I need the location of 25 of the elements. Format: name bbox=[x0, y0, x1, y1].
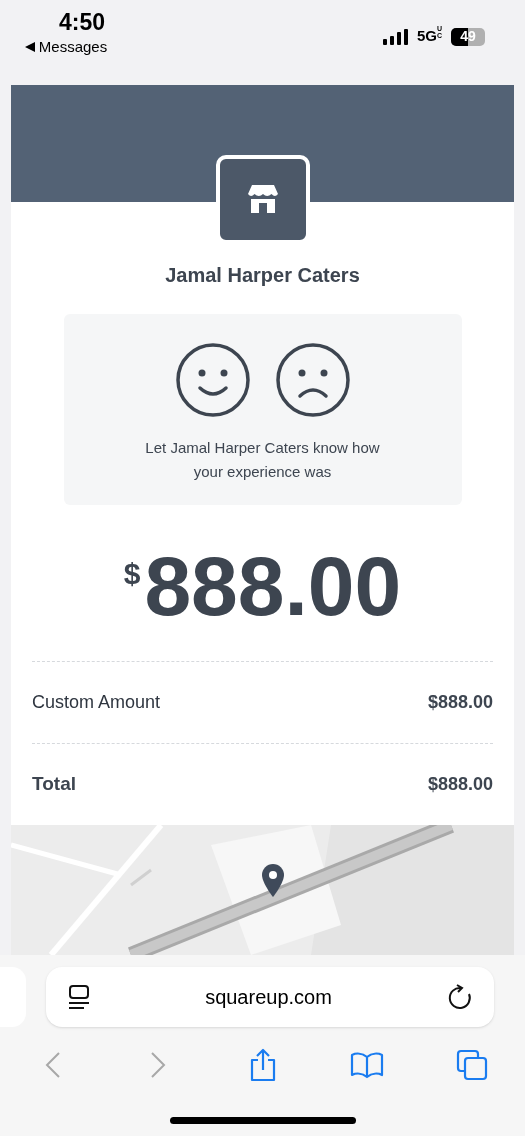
back-triangle-icon bbox=[24, 42, 35, 53]
battery-indicator: 49 bbox=[451, 27, 485, 46]
smiley-face-icon[interactable] bbox=[174, 341, 251, 418]
back-to-app-link[interactable]: Messages bbox=[38, 36, 108, 59]
tabs-icon bbox=[456, 1049, 488, 1081]
total-value: $888.00 bbox=[427, 773, 493, 796]
storefront-icon bbox=[245, 184, 280, 215]
feedback-prompt: Let Jamal Harper Caters know how your experience was bbox=[144, 437, 381, 482]
status-time: 4:50 bbox=[58, 8, 105, 36]
signal-icon bbox=[383, 28, 409, 45]
line-item-value: $888.00 bbox=[427, 691, 493, 714]
currency-symbol: $ bbox=[123, 556, 141, 592]
total-amount: 888.00 bbox=[144, 541, 402, 631]
share-icon bbox=[248, 1048, 277, 1082]
merchant-name: Jamal Harper Caters bbox=[165, 262, 360, 288]
frowning-face-icon[interactable] bbox=[274, 341, 351, 418]
book-icon bbox=[350, 1051, 385, 1079]
url-text: squareup.com bbox=[205, 985, 332, 1010]
address-bar[interactable]: squareup.com bbox=[45, 967, 494, 1027]
reader-icon bbox=[67, 984, 90, 1010]
reload-icon[interactable] bbox=[447, 984, 472, 1010]
line-item-label: Custom Amount bbox=[32, 691, 161, 714]
forward-icon bbox=[148, 1051, 167, 1079]
total-label: Total bbox=[32, 772, 76, 797]
back-icon bbox=[44, 1051, 62, 1079]
